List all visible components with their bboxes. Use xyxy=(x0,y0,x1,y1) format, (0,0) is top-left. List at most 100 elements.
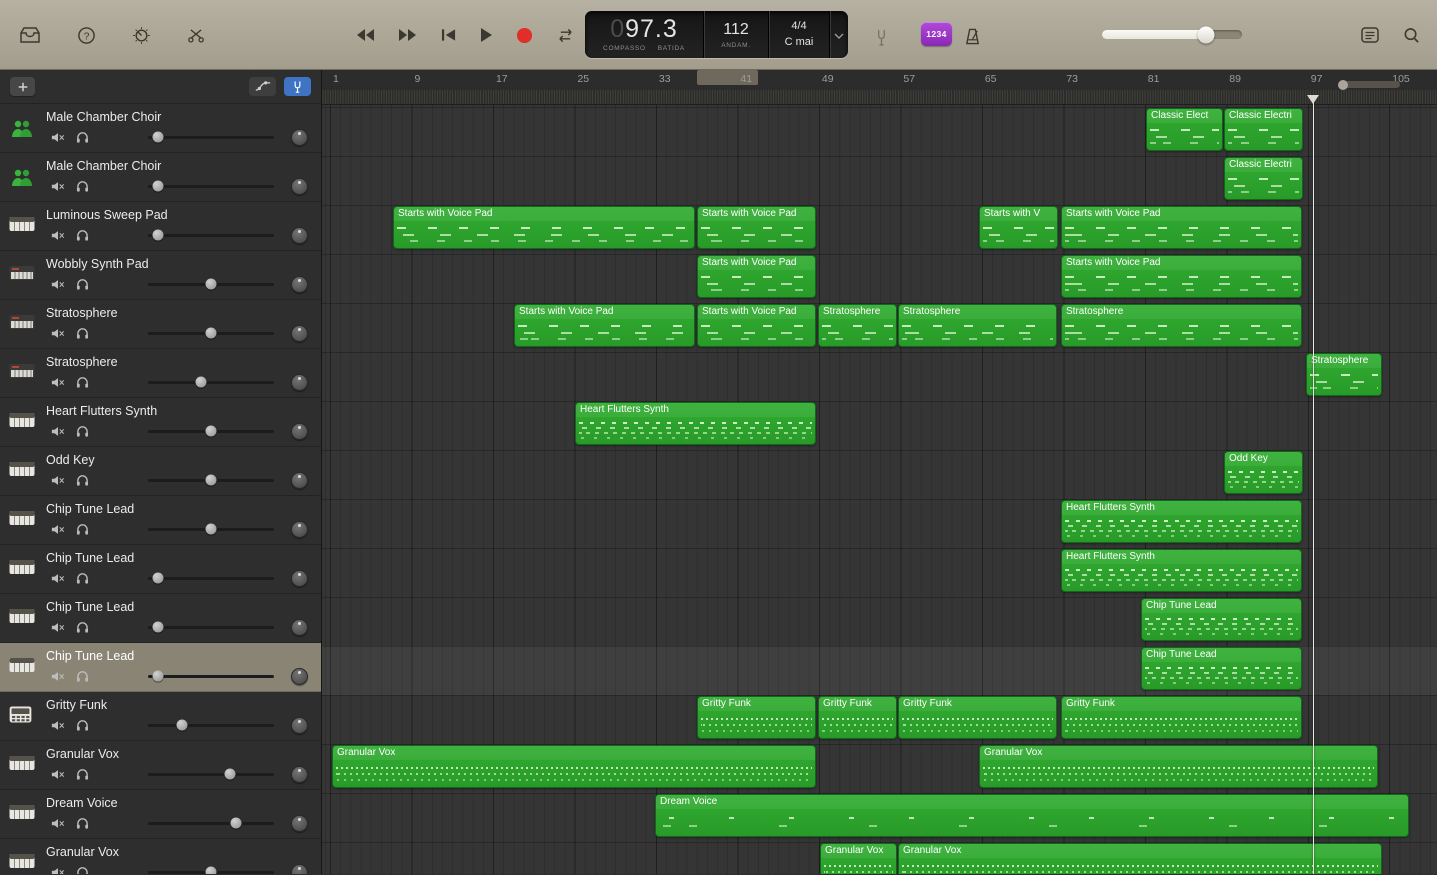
mute-button[interactable] xyxy=(51,181,65,192)
midi-region[interactable]: Stratosphere xyxy=(1061,304,1302,347)
count-in-button[interactable]: 1234 xyxy=(921,22,952,46)
track-row[interactable]: Chip Tune Lead xyxy=(0,496,321,545)
track-volume-knob[interactable] xyxy=(205,523,217,535)
mute-button[interactable] xyxy=(51,671,65,682)
pan-knob[interactable] xyxy=(291,423,308,440)
midi-region[interactable]: Heart Flutters Synth xyxy=(575,402,816,445)
playhead-marker[interactable] xyxy=(1306,95,1319,104)
solo-button[interactable] xyxy=(76,817,89,829)
pan-knob[interactable] xyxy=(291,227,308,244)
track-row[interactable]: Odd Key xyxy=(0,447,321,496)
track-row[interactable]: Male Chamber Choir xyxy=(0,153,321,202)
track-volume-knob[interactable] xyxy=(205,327,217,339)
midi-region[interactable]: Classic Elect xyxy=(1146,108,1223,151)
record-button[interactable] xyxy=(513,24,536,47)
track-row[interactable]: Luminous Sweep Pad xyxy=(0,202,321,251)
midi-region[interactable]: Gritty Funk xyxy=(818,696,897,739)
track-volume-slider[interactable] xyxy=(148,327,274,339)
midi-region[interactable]: Chip Tune Lead xyxy=(1141,647,1302,690)
lcd-signature-cell[interactable]: 4/4 C mai xyxy=(768,11,829,58)
lcd-display-mode-button[interactable] xyxy=(829,11,848,58)
pan-knob[interactable] xyxy=(291,129,308,146)
track-volume-slider[interactable] xyxy=(148,376,274,388)
pan-knob[interactable] xyxy=(291,325,308,342)
midi-region[interactable]: Starts with Voice Pad xyxy=(697,206,816,249)
solo-button[interactable] xyxy=(76,376,89,388)
midi-region[interactable]: Gritty Funk xyxy=(898,696,1057,739)
track-volume-slider[interactable] xyxy=(148,474,274,486)
midi-region[interactable]: Granular Vox xyxy=(332,745,816,788)
track-row[interactable]: Chip Tune Lead xyxy=(0,545,321,594)
mute-button[interactable] xyxy=(51,720,65,731)
solo-button[interactable] xyxy=(76,131,89,143)
playhead-line[interactable] xyxy=(1312,96,1314,874)
track-volume-knob[interactable] xyxy=(152,572,164,584)
track-row[interactable]: Gritty Funk xyxy=(0,692,321,741)
notepad-button[interactable] xyxy=(1358,24,1382,46)
track-volume-knob[interactable] xyxy=(195,376,207,388)
midi-region[interactable]: Classic Electri xyxy=(1224,108,1303,151)
automation-button[interactable] xyxy=(249,77,276,96)
sound-library-button[interactable] xyxy=(16,23,44,47)
pan-knob[interactable] xyxy=(291,864,308,874)
pan-knob[interactable] xyxy=(291,521,308,538)
quick-help-button[interactable]: ? xyxy=(74,23,99,48)
solo-button[interactable] xyxy=(76,719,89,731)
track-row[interactable]: Stratosphere xyxy=(0,349,321,398)
midi-region[interactable]: Heart Flutters Synth xyxy=(1061,549,1302,592)
solo-button[interactable] xyxy=(76,523,89,535)
track-row[interactable]: Chip Tune Lead xyxy=(0,594,321,643)
midi-region[interactable]: Granular Vox xyxy=(820,843,897,874)
cycle-button[interactable] xyxy=(553,25,578,46)
editors-button[interactable] xyxy=(184,25,209,46)
midi-region[interactable]: Granular Vox xyxy=(979,745,1378,788)
track-volume-knob[interactable] xyxy=(230,817,242,829)
track-volume-slider[interactable] xyxy=(148,817,274,829)
track-volume-slider[interactable] xyxy=(148,670,274,682)
midi-region[interactable]: Classic Electri xyxy=(1224,157,1303,200)
midi-region[interactable]: Odd Key xyxy=(1224,451,1303,494)
mute-button[interactable] xyxy=(51,867,65,874)
track-volume-knob[interactable] xyxy=(152,229,164,241)
add-track-button[interactable] xyxy=(10,77,35,96)
track-row[interactable]: Male Chamber Choir xyxy=(0,104,321,153)
midi-region[interactable]: Chip Tune Lead xyxy=(1141,598,1302,641)
pan-knob[interactable] xyxy=(291,178,308,195)
tuner-button[interactable] xyxy=(284,77,311,96)
tuning-fork-button[interactable] xyxy=(872,26,891,49)
play-button[interactable] xyxy=(476,24,496,46)
midi-region[interactable]: Starts with Voice Pad xyxy=(697,255,816,298)
mute-button[interactable] xyxy=(51,818,65,829)
pan-knob[interactable] xyxy=(291,668,308,685)
midi-region[interactable]: Stratosphere xyxy=(898,304,1057,347)
solo-button[interactable] xyxy=(76,425,89,437)
midi-region[interactable]: Granular Vox xyxy=(898,843,1382,874)
track-volume-slider[interactable] xyxy=(148,719,274,731)
mute-button[interactable] xyxy=(51,426,65,437)
track-volume-knob[interactable] xyxy=(205,474,217,486)
mute-button[interactable] xyxy=(51,279,65,290)
master-volume-knob[interactable] xyxy=(1197,26,1215,43)
track-row[interactable]: Stratosphere xyxy=(0,300,321,349)
mute-button[interactable] xyxy=(51,230,65,241)
midi-region[interactable]: Gritty Funk xyxy=(1061,696,1302,739)
solo-button[interactable] xyxy=(76,768,89,780)
smart-controls-button[interactable] xyxy=(129,23,154,48)
pan-knob[interactable] xyxy=(291,815,308,832)
arrange-grid[interactable]: Classic Elect Classic Electri Classic El… xyxy=(322,105,1437,874)
track-volume-knob[interactable] xyxy=(152,180,164,192)
pan-knob[interactable] xyxy=(291,472,308,489)
zoom-slider[interactable] xyxy=(1337,79,1400,90)
midi-region[interactable]: Starts with V xyxy=(979,206,1058,249)
skip-start-button[interactable] xyxy=(438,25,459,45)
midi-region[interactable]: Starts with Voice Pad xyxy=(1061,255,1302,298)
mute-button[interactable] xyxy=(51,328,65,339)
track-row[interactable]: Heart Flutters Synth xyxy=(0,398,321,447)
solo-button[interactable] xyxy=(76,180,89,192)
midi-region[interactable]: Starts with Voice Pad xyxy=(697,304,816,347)
track-row[interactable]: Chip Tune Lead xyxy=(0,643,321,692)
track-volume-slider[interactable] xyxy=(148,572,274,584)
midi-region[interactable]: Starts with Voice Pad xyxy=(514,304,695,347)
track-volume-knob[interactable] xyxy=(152,670,164,682)
mute-button[interactable] xyxy=(51,573,65,584)
